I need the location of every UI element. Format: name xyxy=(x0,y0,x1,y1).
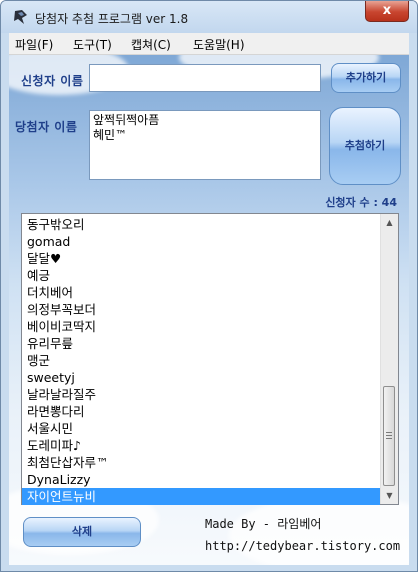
list-item[interactable]: 서울시민 xyxy=(22,420,380,437)
list-item[interactable]: 예긍 xyxy=(22,267,380,284)
winner-line: 앞쩍뒤쩍아픔 xyxy=(93,113,160,127)
winner-line: 혜민™ xyxy=(93,128,128,142)
app-window: 당첨자 추첨 프로그램 ver 1.8 x 파일(F) 도구(T) 캡쳐(C) … xyxy=(0,0,418,572)
applicant-list[interactable]: 동구밖오리 gomad 달달♥ 예긍 더치베어 의정부꼭보더 베이비코딱지 유리무릎 맹군 swe… xyxy=(21,213,399,505)
menu-tools[interactable]: 도구(T) xyxy=(73,36,112,53)
menu-bar: 파일(F) 도구(T) 캡쳐(C) 도움말(H) xyxy=(9,33,409,55)
list-item[interactable]: 베이비코딱지 xyxy=(22,318,380,335)
winner-name-label: 당첨자 이름 xyxy=(15,120,78,134)
scroll-down-icon[interactable]: ▼ xyxy=(381,487,398,504)
draw-button[interactable]: 추첨하기 xyxy=(329,107,401,185)
menu-help[interactable]: 도움말(H) xyxy=(193,36,245,53)
title-bar[interactable]: 당첨자 추첨 프로그램 ver 1.8 x xyxy=(1,1,417,33)
scroll-up-icon[interactable]: ▲ xyxy=(381,214,398,231)
scroll-thumb[interactable] xyxy=(383,386,395,486)
grip-line xyxy=(386,438,392,439)
list-item[interactable]: DynaLizzy xyxy=(22,471,380,488)
delete-button[interactable]: 삭제 xyxy=(23,517,141,547)
list-scrollbar[interactable]: ▲ ▼ xyxy=(380,214,398,504)
close-button[interactable]: x xyxy=(365,1,409,22)
list-item[interactable]: 달달♥ xyxy=(22,250,380,267)
list-item[interactable]: 최첨단삽자루™ xyxy=(22,454,380,471)
list-item[interactable]: 자이언트뉴비 xyxy=(22,488,380,505)
list-item[interactable]: 유리무릎 xyxy=(22,335,380,352)
window-title: 당첨자 추첨 프로그램 ver 1.8 xyxy=(35,12,189,26)
list-item[interactable]: 맹군 xyxy=(22,352,380,369)
list-item[interactable]: sweetyj xyxy=(22,369,380,386)
grip-line xyxy=(386,432,392,433)
applicant-name-input[interactable] xyxy=(89,64,321,92)
list-item[interactable]: 더치베어 xyxy=(22,284,380,301)
menu-file[interactable]: 파일(F) xyxy=(15,36,53,53)
list-item[interactable]: 날라날라질주 xyxy=(22,386,380,403)
app-icon xyxy=(14,10,27,24)
window-bottom-border xyxy=(1,565,417,571)
author-url-link[interactable]: http://tedybear.tistory.com xyxy=(205,539,400,553)
list-item[interactable]: 의정부꼭보더 xyxy=(22,301,380,318)
list-item[interactable]: 도레미파♪ xyxy=(22,437,380,454)
list-item[interactable]: 라면뽕다리 xyxy=(22,403,380,420)
applicant-count: 신청자 수 : 44 xyxy=(325,196,397,209)
list-item[interactable]: 동구밖오리 xyxy=(22,216,380,233)
applicant-list-items: 동구밖오리 gomad 달달♥ 예긍 더치베어 의정부꼭보더 베이비코딱지 유리무릎 맹군 swe… xyxy=(22,216,380,505)
applicant-name-label: 신청자 이름 xyxy=(21,74,84,88)
list-item[interactable]: gomad xyxy=(22,233,380,250)
add-button[interactable]: 추가하기 xyxy=(331,63,401,93)
menu-capture[interactable]: 캡쳐(C) xyxy=(131,36,171,53)
made-by-text: Made By - 라임베어 xyxy=(205,517,322,531)
winner-list-box[interactable]: 앞쩍뒤쩍아픔 혜민™ xyxy=(89,110,321,180)
grip-line xyxy=(386,435,392,436)
main-panel: 신청자 이름 추가하기 당첨자 이름 앞쩍뒤쩍아픔 혜민™ 추첨하기 신청자 수… xyxy=(9,55,409,565)
